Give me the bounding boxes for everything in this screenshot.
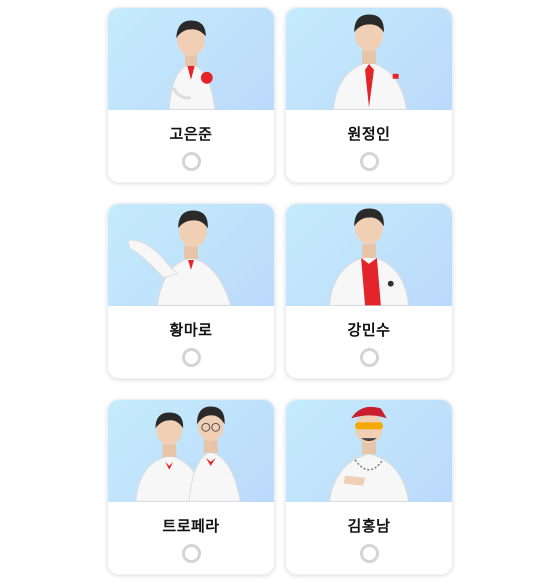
candidate-radio[interactable] (181, 348, 201, 367)
candidate-name: 김홍남 (347, 517, 391, 535)
candidate-photo (286, 204, 452, 306)
candidate-grid: 고은준 원정인 황마로 강민수 트로페라 김홍남 (107, 7, 453, 575)
candidate-photo (108, 400, 274, 502)
person-photo-icon (168, 20, 216, 110)
person-photo-icon (332, 14, 408, 110)
candidate-photo (108, 8, 274, 110)
candidate-name: 고은준 (169, 125, 213, 143)
person-photo-icon (328, 208, 410, 306)
candidate-name: 트로페라 (162, 517, 220, 535)
candidate-radio[interactable] (359, 544, 379, 563)
candidate-card-6[interactable]: 김홍남 (285, 399, 453, 575)
candidate-radio[interactable] (181, 544, 201, 563)
candidate-photo (286, 8, 452, 110)
candidate-photo (108, 204, 274, 306)
candidate-name: 황마로 (169, 321, 213, 339)
candidate-name: 강민수 (347, 321, 391, 339)
candidate-radio[interactable] (359, 348, 379, 367)
candidate-card-5[interactable]: 트로페라 (107, 399, 275, 575)
candidate-radio[interactable] (359, 152, 379, 171)
person-photo-icon (328, 406, 410, 502)
person-photo-icon (127, 210, 232, 306)
candidate-card-2[interactable]: 원정인 (285, 7, 453, 183)
candidate-radio[interactable] (181, 152, 201, 171)
candidate-card-4[interactable]: 강민수 (285, 203, 453, 379)
candidate-name: 원정인 (347, 125, 391, 143)
duo-photo-icon (135, 406, 241, 502)
candidate-card-3[interactable]: 황마로 (107, 203, 275, 379)
candidate-card-1[interactable]: 고은준 (107, 7, 275, 183)
candidate-photo (286, 400, 452, 502)
